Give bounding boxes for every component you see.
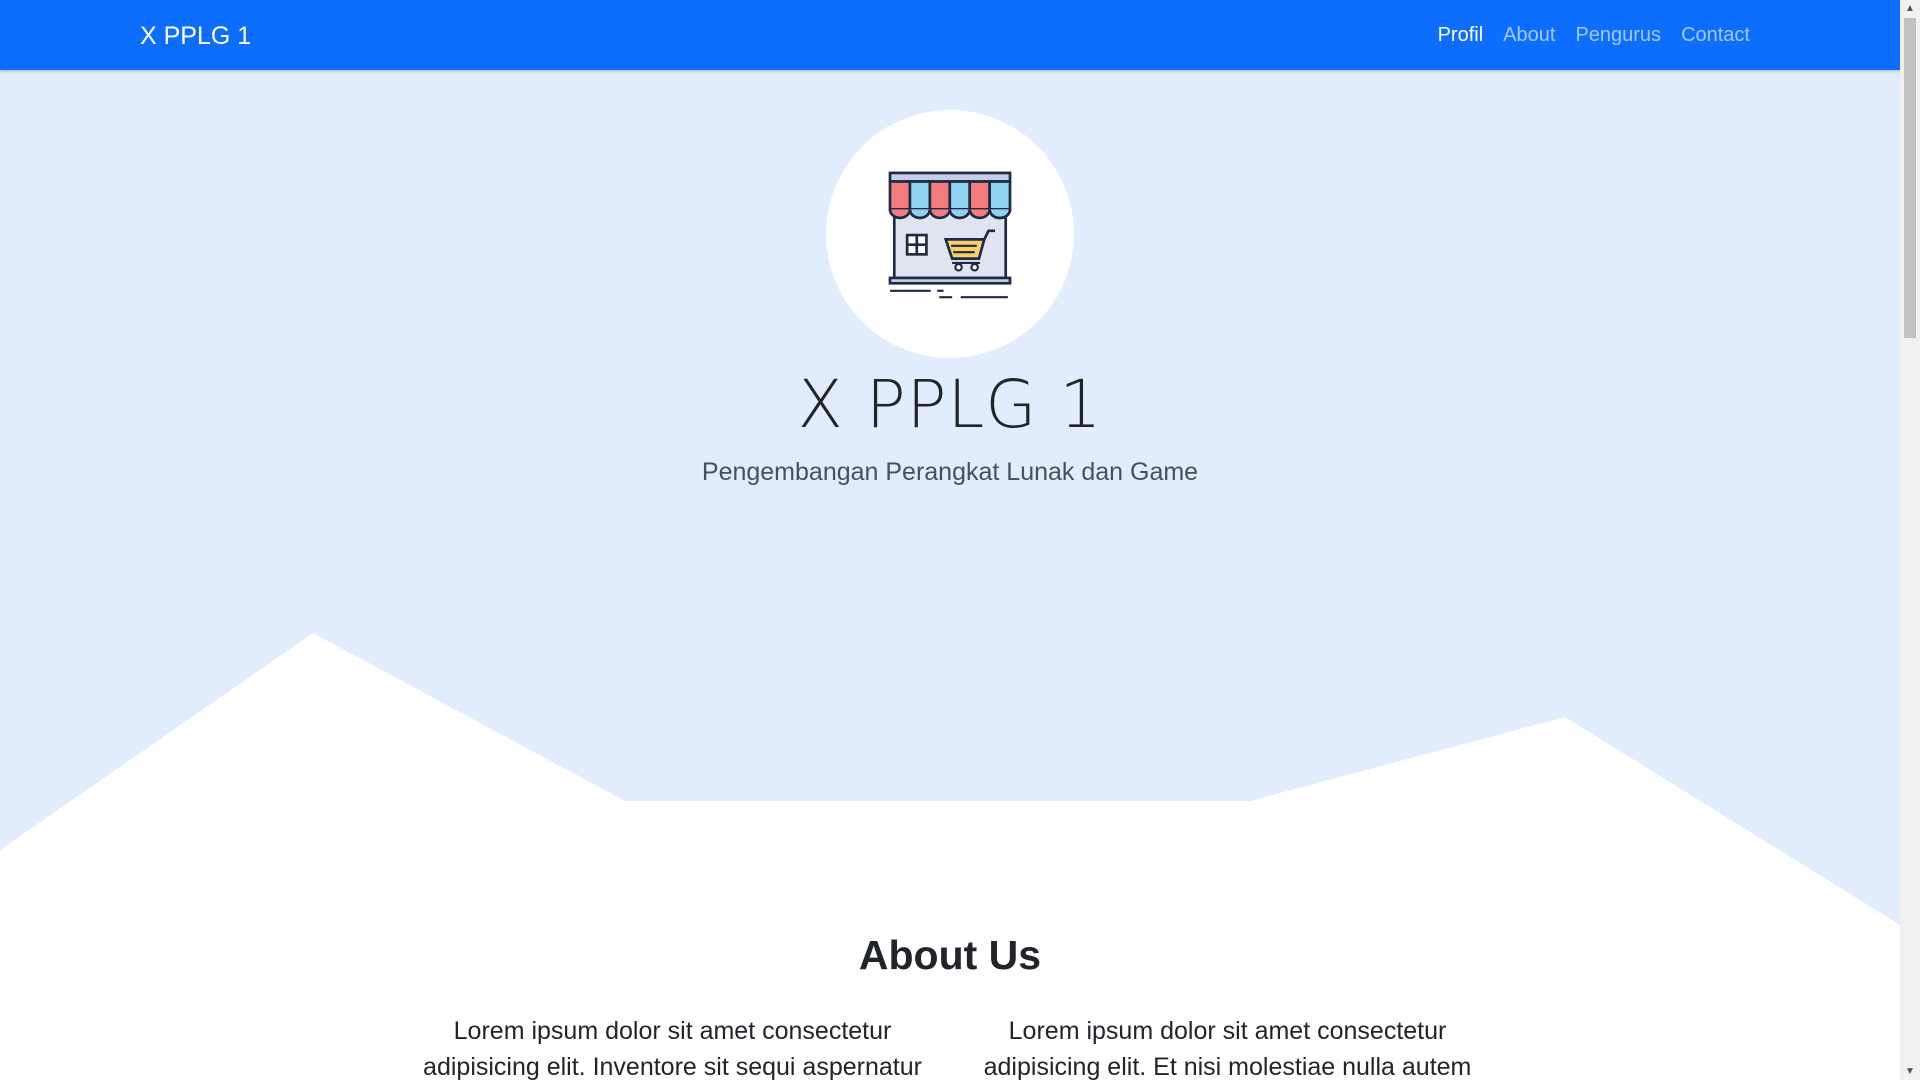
nav-link-contact[interactable]: Contact (1681, 24, 1750, 47)
about-columns: Lorem ipsum dolor sit amet consectetur a… (415, 1013, 1485, 1080)
page: X PPLG 1 Profil About Pengurus Contact X… (0, 0, 1900, 1080)
hero-avatar (826, 110, 1074, 358)
scrollbar-thumb[interactable] (1904, 18, 1916, 338)
about-text-right: Lorem ipsum dolor sit amet consectetur a… (983, 1017, 1472, 1080)
nav-link-profil[interactable]: Profil (1438, 24, 1484, 47)
hero-title: X PPLG 1 (797, 366, 1103, 443)
scroll-up-arrow-icon[interactable]: ▲ (1900, 0, 1920, 17)
nav-link-pengurus[interactable]: Pengurus (1575, 24, 1661, 47)
navbar-brand[interactable]: X PPLG 1 (140, 0, 251, 70)
scroll-down-arrow-icon[interactable]: ▼ (1900, 1063, 1920, 1080)
about-text-left: Lorem ipsum dolor sit amet consectetur a… (423, 1017, 922, 1080)
navbar: X PPLG 1 Profil About Pengurus Contact (0, 0, 1900, 70)
hero-subtitle: Pengembangan Perangkat Lunak dan Game (701, 458, 1199, 486)
nav-links: Profil About Pengurus Contact (1418, 0, 1750, 70)
nav-link-about[interactable]: About (1503, 24, 1555, 47)
about-title: About Us (858, 932, 1042, 978)
hero-section: X PPLG 1 Pengembangan Perangkat Lunak da… (0, 70, 1900, 950)
vertical-scrollbar[interactable]: ▲ ▼ (1900, 0, 1920, 1080)
storefront-icon (888, 171, 1012, 299)
